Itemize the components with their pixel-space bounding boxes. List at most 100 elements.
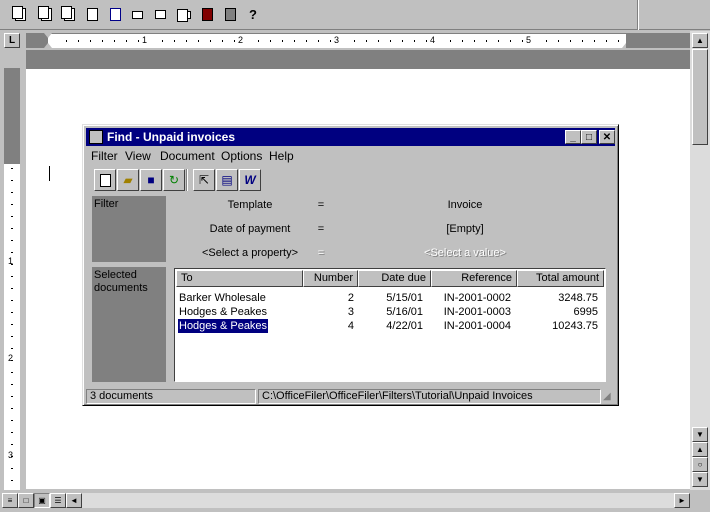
results-list[interactable]: To Number Date due Reference Total amoun… bbox=[174, 268, 606, 382]
column-header-to[interactable]: To bbox=[176, 270, 303, 287]
ruler-tick bbox=[318, 40, 319, 42]
column-header-reference[interactable]: Reference bbox=[431, 270, 517, 287]
cell-number: 2 bbox=[347, 292, 354, 304]
window-title: Find - Unpaid invoices bbox=[107, 130, 236, 144]
menu-help[interactable]: Help bbox=[269, 149, 294, 163]
condition-operator[interactable]: = bbox=[311, 223, 331, 235]
vertical-scrollbar[interactable]: ▲ ▼ ▲ ○ ▼ bbox=[690, 31, 710, 490]
minimize-button[interactable]: _ bbox=[565, 130, 581, 144]
condition-property-placeholder[interactable]: <Select a property> bbox=[175, 247, 325, 259]
main-toolbar: ? bbox=[0, 0, 710, 30]
ruler-tick bbox=[366, 40, 367, 42]
menu-view[interactable]: View bbox=[125, 149, 151, 163]
condition-row[interactable]: Template = Invoice bbox=[175, 199, 595, 215]
vruler-tick bbox=[11, 204, 13, 205]
condition-value-placeholder[interactable]: <Select a value> bbox=[375, 247, 555, 259]
edit-list-icon[interactable]: ▤ bbox=[216, 169, 238, 191]
app-icon[interactable] bbox=[89, 130, 103, 144]
ruler-tick bbox=[138, 40, 139, 42]
condition-row-empty[interactable]: <Select a property> = <Select a value> bbox=[175, 247, 595, 263]
vruler-tick bbox=[11, 432, 13, 433]
maximize-button[interactable]: □ bbox=[581, 130, 597, 144]
ruler-right-margin bbox=[626, 33, 690, 48]
next-page-button[interactable]: ▼ bbox=[692, 472, 708, 487]
vruler-number: 3 bbox=[8, 450, 14, 460]
select-browse-object-button[interactable]: ○ bbox=[692, 457, 708, 472]
list-view-icon[interactable] bbox=[127, 5, 147, 24]
condition-row[interactable]: Date of payment = [Empty] bbox=[175, 223, 595, 239]
find-icon[interactable] bbox=[59, 5, 79, 24]
table-row[interactable]: Hodges & Peakes 3 5/16/01 IN-2001-0003 6… bbox=[176, 305, 604, 319]
calendar-icon[interactable] bbox=[197, 5, 217, 24]
scroll-thumb[interactable] bbox=[692, 49, 708, 145]
ruler-tick bbox=[558, 40, 559, 42]
scroll-down-button[interactable]: ▼ bbox=[692, 427, 708, 442]
print-layout-view-icon[interactable]: ▣ bbox=[34, 493, 50, 508]
close-button[interactable]: ✕ bbox=[599, 130, 615, 144]
scan-icon[interactable] bbox=[220, 5, 240, 24]
normal-view-icon[interactable]: ≡ bbox=[2, 493, 18, 508]
new-document-icon[interactable] bbox=[10, 5, 30, 24]
cell-number: 3 bbox=[347, 306, 354, 318]
scroll-up-button[interactable]: ▲ bbox=[692, 33, 708, 48]
condition-value[interactable]: [Empty] bbox=[375, 223, 555, 235]
vruler-tick bbox=[11, 264, 13, 265]
help-icon[interactable]: ? bbox=[243, 5, 263, 24]
outline-view-icon[interactable]: ☰ bbox=[50, 493, 66, 508]
properties-icon[interactable] bbox=[175, 5, 195, 24]
edit-icon[interactable] bbox=[105, 5, 125, 24]
selected-documents-panel: Selected documents bbox=[92, 267, 166, 382]
ruler-tick bbox=[474, 40, 475, 42]
word-icon[interactable]: W bbox=[239, 169, 261, 191]
ruler-tick bbox=[486, 40, 487, 42]
left-indent-marker[interactable] bbox=[44, 43, 52, 48]
ruler-tick bbox=[126, 40, 127, 42]
save-icon[interactable]: ■ bbox=[140, 169, 162, 191]
page-top-margin bbox=[26, 50, 690, 69]
vruler-tick bbox=[11, 456, 13, 457]
menu-options[interactable]: Options bbox=[221, 149, 262, 163]
status-filter-path: C:\OfficeFiler\OfficeFiler\Filters\Tutor… bbox=[258, 389, 601, 404]
table-row[interactable]: Barker Wholesale 2 5/15/01 IN-2001-0002 … bbox=[176, 291, 604, 305]
ruler-tick bbox=[450, 40, 451, 42]
scroll-right-button[interactable]: ► bbox=[674, 493, 690, 508]
ruler-tick bbox=[618, 40, 619, 42]
open-folder-icon[interactable]: ▰ bbox=[117, 169, 139, 191]
resize-grip-icon[interactable]: ◢ bbox=[603, 391, 611, 402]
previous-page-button[interactable]: ▲ bbox=[692, 442, 708, 457]
preview-icon[interactable] bbox=[82, 5, 102, 24]
menu-document[interactable]: Document bbox=[160, 149, 215, 163]
table-row-selected[interactable]: Hodges & Peakes 4 4/22/01 IN-2001-0004 1… bbox=[176, 318, 604, 334]
ruler-number: 4 bbox=[430, 35, 436, 45]
web-layout-view-icon[interactable]: □ bbox=[18, 493, 34, 508]
new-filter-icon[interactable] bbox=[94, 169, 116, 191]
ruler-tick bbox=[498, 40, 499, 42]
ruler-tick bbox=[354, 40, 355, 42]
horizontal-ruler[interactable]: 1 2 3 4 5 bbox=[44, 33, 630, 48]
condition-value[interactable]: Invoice bbox=[375, 199, 555, 211]
vruler-number: 2 bbox=[8, 353, 14, 363]
copy-document-icon[interactable] bbox=[36, 5, 56, 24]
title-bar[interactable]: Find - Unpaid invoices _ □ ✕ bbox=[86, 128, 615, 146]
column-header-number[interactable]: Number bbox=[303, 270, 358, 287]
condition-property[interactable]: Date of payment bbox=[175, 223, 325, 235]
column-header-total-amount[interactable]: Total amount bbox=[517, 270, 604, 287]
ruler-tick bbox=[306, 40, 307, 42]
details-view-icon[interactable] bbox=[150, 5, 170, 24]
ruler-tick bbox=[510, 40, 511, 42]
horizontal-scrollbar[interactable] bbox=[82, 493, 686, 508]
vruler-tick bbox=[11, 180, 13, 181]
vruler-tick bbox=[11, 444, 13, 445]
toolbar-separator bbox=[186, 169, 188, 191]
ruler-tick bbox=[198, 40, 199, 42]
ruler-tick bbox=[426, 40, 427, 42]
scroll-left-button[interactable]: ◄ bbox=[66, 493, 82, 508]
first-line-indent-marker[interactable] bbox=[44, 33, 52, 38]
column-header-date-due[interactable]: Date due bbox=[358, 270, 431, 287]
select-icon[interactable]: ⇱ bbox=[193, 169, 215, 191]
condition-property[interactable]: Template bbox=[175, 199, 325, 211]
menu-filter[interactable]: Filter bbox=[91, 149, 118, 163]
tab-stop-selector[interactable]: L bbox=[4, 33, 20, 48]
condition-operator[interactable]: = bbox=[311, 199, 331, 211]
refresh-icon[interactable]: ↻ bbox=[163, 169, 185, 191]
